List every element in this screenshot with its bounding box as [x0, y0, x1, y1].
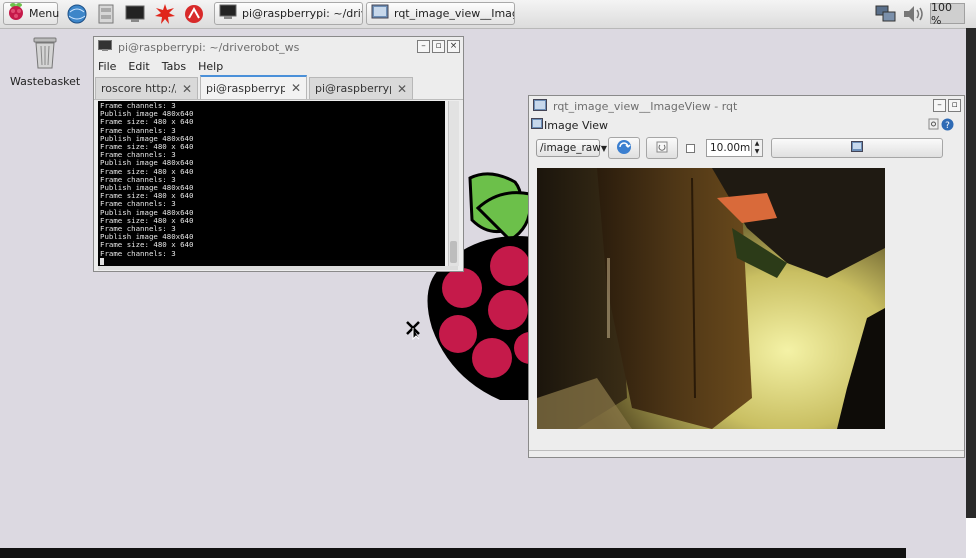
- svg-text:?: ?: [945, 121, 950, 131]
- menu-file[interactable]: File: [98, 60, 116, 73]
- menu-tabs[interactable]: Tabs: [162, 60, 186, 73]
- topic-select[interactable]: /image_raw ▼: [536, 139, 607, 157]
- save-image-icon: [851, 141, 863, 155]
- reload-icon[interactable]: [928, 118, 939, 134]
- terminal-icon: [98, 39, 112, 55]
- timeout-value: 10.00m: [710, 142, 751, 154]
- status-divider: [529, 450, 964, 451]
- refresh-icon: [616, 139, 632, 158]
- image-window-icon: [533, 98, 547, 114]
- smooth-scaling-checkbox[interactable]: [686, 143, 695, 153]
- terminal-tabs: roscore http://ra… ✕ pi@raspberrypi: … ✕…: [94, 75, 463, 100]
- menu-label: Menu: [29, 7, 60, 20]
- dock-titlebar: Image View ?: [529, 116, 964, 134]
- taskbar: Menu pi@raspberrypi: ~/drivero… rqt_imag…: [0, 0, 976, 29]
- minimize-button[interactable]: –: [417, 40, 430, 53]
- zoom-1-button[interactable]: [646, 137, 678, 159]
- file-manager-icon[interactable]: [95, 3, 117, 25]
- terminal-bottom-strip: [98, 266, 458, 270]
- dock-title: Image View: [544, 118, 609, 132]
- timeout-spin-buttons[interactable]: ▲ ▼: [752, 139, 763, 157]
- maximize-button[interactable]: ▫: [948, 99, 961, 112]
- chevron-up-icon[interactable]: ▲: [752, 140, 762, 148]
- terminal-line: Frame channels: 3: [100, 248, 176, 258]
- camera-image[interactable]: [537, 168, 885, 429]
- text-cursor: [100, 257, 104, 265]
- web-browser-icon[interactable]: [66, 3, 88, 25]
- network-icon[interactable]: [874, 3, 898, 25]
- terminal-titlebar[interactable]: pi@raspberrypi: ~/driverobot_ws – ▫ ×: [94, 37, 463, 57]
- menu-help[interactable]: Help: [198, 60, 223, 73]
- trash-icon: [29, 37, 61, 73]
- rqt-titlebar[interactable]: rqt_image_view__ImageView - rqt – ▫: [529, 96, 964, 116]
- terminal-icon[interactable]: [124, 3, 146, 25]
- task-rqt[interactable]: rqt_image_view__ImageVi…: [366, 2, 515, 25]
- close-button[interactable]: ×: [447, 40, 460, 53]
- tab-close-icon[interactable]: ✕: [291, 81, 301, 95]
- scrollbar-thumb[interactable]: [450, 241, 457, 263]
- menu-button[interactable]: Menu: [3, 2, 60, 25]
- tab-shell[interactable]: pi@raspberrypi: … ✕: [309, 77, 413, 99]
- zoom-original-icon: [655, 140, 669, 157]
- timeout-spinbox[interactable]: 10.00m: [706, 139, 752, 157]
- maximize-button[interactable]: ▫: [432, 40, 445, 53]
- cpu-label: 100 %: [931, 0, 952, 27]
- tab-roscore[interactable]: roscore http://ra… ✕: [95, 77, 198, 99]
- terminal-prompt: [100, 257, 443, 266]
- tab-shell-active[interactable]: pi@raspberrypi: … ✕: [200, 75, 307, 99]
- task-terminal[interactable]: pi@raspberrypi: ~/drivero…: [214, 2, 363, 25]
- cpu-monitor: 100 %: [930, 0, 965, 27]
- minimize-button[interactable]: –: [933, 99, 946, 112]
- terminal-window: pi@raspberrypi: ~/driverobot_ws – ▫ × Fi…: [93, 36, 464, 272]
- topic-value: /image_raw: [540, 142, 601, 154]
- help-icon[interactable]: ?: [941, 118, 954, 134]
- task-label: rqt_image_view__ImageVi…: [394, 7, 514, 20]
- save-image-button[interactable]: [771, 138, 943, 158]
- chevron-down-icon[interactable]: ▼: [752, 148, 762, 156]
- screen-edge: [966, 28, 976, 518]
- chevron-down-icon: ▼: [600, 143, 607, 153]
- image-view-icon: [531, 118, 543, 132]
- tab-close-icon[interactable]: ✕: [182, 82, 192, 96]
- volume-icon[interactable]: [901, 3, 927, 25]
- wastebasket-label: Wastebasket: [10, 75, 81, 88]
- tab-label: pi@raspberrypi: …: [315, 82, 391, 95]
- wolfram-icon[interactable]: [183, 3, 205, 25]
- terminal-menubar: File Edit Tabs Help: [94, 57, 463, 75]
- tab-label: pi@raspberrypi: …: [206, 81, 285, 95]
- window-title: pi@raspberrypi: ~/driverobot_ws: [118, 40, 300, 54]
- terminal-output[interactable]: Frame channels: 3 Publish image 480x640 Fr…: [98, 101, 445, 266]
- wastebasket-desktop-icon[interactable]: Wastebasket: [10, 34, 80, 88]
- tab-label: roscore http://ra…: [101, 82, 176, 95]
- image-window-icon: [371, 4, 389, 23]
- mathematica-icon[interactable]: [154, 3, 176, 25]
- mouse-cursor: [405, 320, 423, 343]
- tab-close-icon[interactable]: ✕: [397, 82, 407, 96]
- refresh-topics-button[interactable]: [608, 137, 640, 159]
- bottom-bar: [0, 548, 906, 558]
- rqt-window: rqt_image_view__ImageView - rqt – ▫ Imag…: [528, 95, 965, 458]
- terminal-scrollbar[interactable]: [448, 101, 459, 266]
- window-title: rqt_image_view__ImageView - rqt: [553, 99, 738, 113]
- task-label: pi@raspberrypi: ~/drivero…: [242, 7, 362, 20]
- screen-edge-bottom: [966, 518, 976, 558]
- menu-edit[interactable]: Edit: [128, 60, 149, 73]
- image-view-toolbar: /image_raw ▼ 10.00m ▲ ▼: [529, 134, 964, 162]
- raspberry-menu-icon: [7, 2, 25, 25]
- terminal-icon: [219, 4, 237, 23]
